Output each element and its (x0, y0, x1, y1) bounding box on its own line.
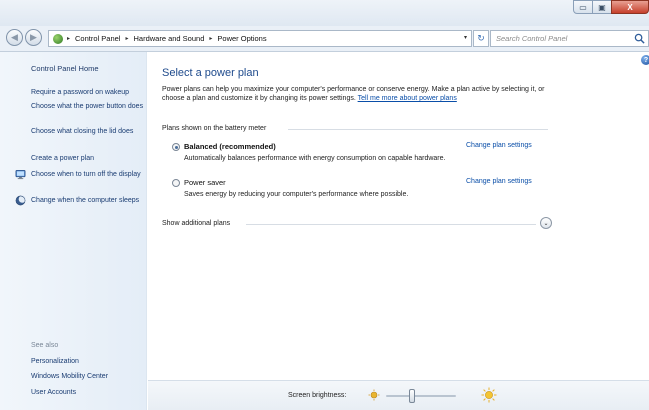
section-label: Plans shown on the battery meter (162, 125, 267, 132)
moon-icon (15, 195, 26, 206)
sidebar-item-personalization[interactable]: Personalization (31, 357, 145, 366)
brightness-label: Screen brightness: (288, 392, 347, 399)
see-also-heading: See also (31, 342, 59, 349)
plan-power-saver-description: Saves energy by reducing your computer's… (184, 191, 409, 198)
plan-power-saver-radio[interactable] (172, 179, 180, 187)
show-additional-plans-label[interactable]: Show additional plans (162, 220, 230, 227)
window-controls: ▭ ▣ X (573, 0, 649, 14)
plan-power-saver-name[interactable]: Power saver (184, 178, 226, 187)
brightness-high-icon (481, 387, 497, 403)
sidebar-item-computer-sleeps[interactable]: Change when the computer sleeps (31, 196, 145, 205)
minimize-button[interactable]: ▭ (573, 0, 593, 14)
search-input[interactable] (491, 31, 621, 46)
search-box (490, 30, 649, 47)
plan-balanced-radio[interactable] (172, 143, 180, 151)
show-additional-divider (246, 224, 536, 225)
sidebar-item-closing-lid[interactable]: Choose what closing the lid does (31, 127, 145, 136)
title-bar: ▭ ▣ X (0, 0, 649, 26)
sidebar-item-create-plan[interactable]: Create a power plan (31, 154, 145, 163)
sidebar-control-panel-home[interactable]: Control Panel Home (31, 64, 99, 73)
sidebar-item-power-button[interactable]: Choose what the power button does (31, 102, 145, 111)
sidebar-item-mobility-center[interactable]: Windows Mobility Center (31, 372, 145, 381)
search-icon[interactable] (634, 33, 645, 44)
breadcrumb-separator[interactable]: ▸ (125, 35, 128, 42)
brightness-bar: Screen brightness: (148, 380, 649, 410)
sidebar-item-require-password[interactable]: Require a password on wakeup (31, 88, 145, 97)
intro-text: Power plans can help you maximize your c… (162, 86, 545, 102)
breadcrumb-hardware-and-sound[interactable]: Hardware and Sound (133, 34, 204, 43)
tell-me-more-link[interactable]: Tell me more about power plans (358, 95, 457, 102)
brightness-low-icon (368, 389, 380, 401)
sidebar-item-turn-off-display[interactable]: Choose when to turn off the display (31, 170, 145, 179)
navigation-bar: ◀ ▶ ▸ Control Panel ▸ Hardware and Sound… (0, 26, 649, 52)
sidebar-item-user-accounts[interactable]: User Accounts (31, 388, 145, 397)
breadcrumb-control-panel[interactable]: Control Panel (75, 34, 120, 43)
section-divider (288, 129, 548, 130)
help-icon[interactable]: ? (641, 55, 649, 65)
main-content: ? Select a power plan Power plans can he… (148, 52, 649, 410)
sidebar: Control Panel Home Require a password on… (0, 52, 147, 410)
address-dropdown-icon[interactable]: ▾ (464, 34, 467, 41)
intro-paragraph: Power plans can help you maximize your c… (162, 85, 557, 103)
back-button[interactable]: ◀ (6, 29, 23, 46)
breadcrumb-power-options[interactable]: Power Options (217, 34, 266, 43)
plan-power-saver-change-link[interactable]: Change plan settings (466, 178, 532, 185)
close-button[interactable]: X (611, 0, 649, 14)
breadcrumb-separator[interactable]: ▸ (67, 35, 70, 42)
control-panel-icon (53, 33, 63, 44)
plan-balanced-name[interactable]: Balanced (recommended) (184, 142, 276, 151)
plan-balanced-description: Automatically balances performance with … (184, 155, 446, 162)
plan-balanced-change-link[interactable]: Change plan settings (466, 142, 532, 149)
brightness-slider-thumb[interactable] (409, 389, 416, 403)
address-bar[interactable]: ▸ Control Panel ▸ Hardware and Sound ▸ P… (48, 30, 472, 47)
forward-button[interactable]: ▶ (25, 29, 42, 46)
maximize-button[interactable]: ▣ (592, 0, 612, 14)
page-title: Select a power plan (162, 67, 259, 79)
breadcrumb-separator[interactable]: ▸ (209, 35, 212, 42)
monitor-icon (15, 170, 26, 180)
brightness-slider[interactable] (386, 389, 456, 403)
expand-chevron-icon[interactable]: ⌄ (540, 217, 552, 229)
refresh-button[interactable]: ↻ (473, 30, 489, 47)
